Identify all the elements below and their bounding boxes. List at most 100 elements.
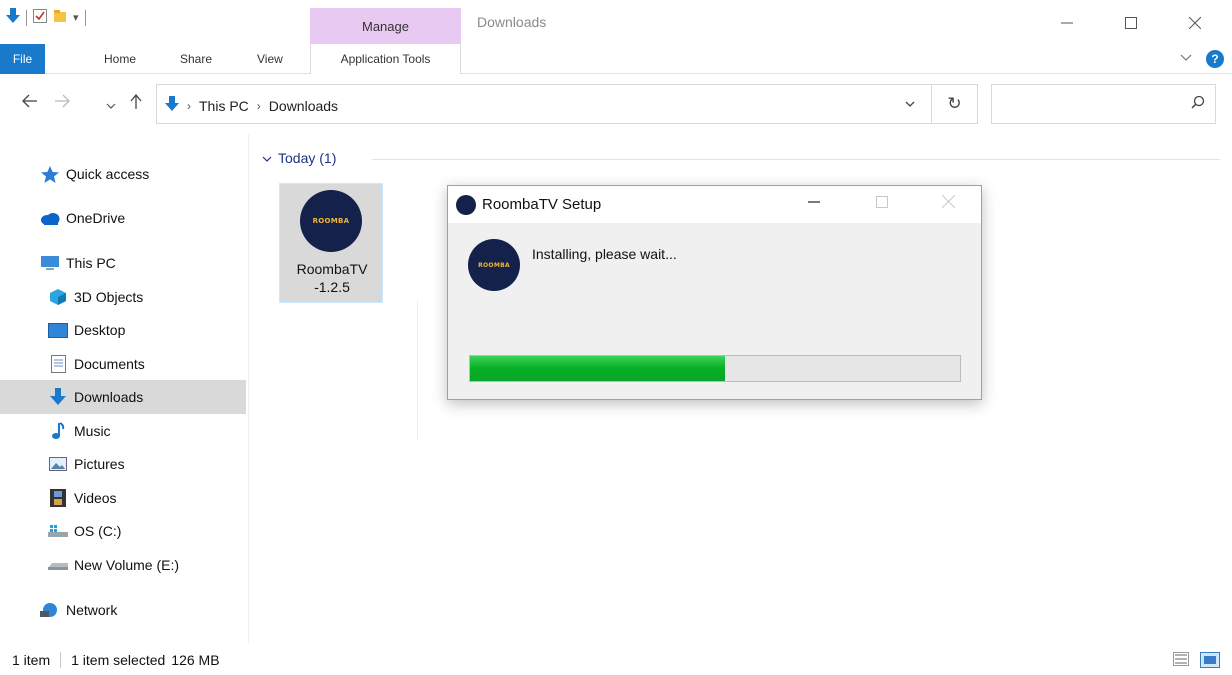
selection-count: 1 item selected [71, 651, 166, 668]
dialog-title: RoombaTV Setup [482, 196, 602, 213]
customize-toolbar-chevron-icon[interactable]: ▾ [73, 11, 79, 24]
sidebar-item-this-pc[interactable]: This PC [0, 246, 246, 280]
sidebar-item-label: Quick access [66, 166, 150, 182]
up-arrow-icon[interactable] [130, 93, 142, 113]
dialog-title-bar[interactable]: RoombaTV Setup [448, 186, 981, 223]
forward-arrow-icon[interactable] [54, 94, 70, 112]
document-icon [48, 355, 68, 373]
network-icon [40, 601, 60, 619]
toolbar-divider [26, 9, 27, 26]
file-item-roombatv[interactable]: ROOMBA RoombaTV -1.2.5 [279, 183, 383, 303]
close-button[interactable] [1172, 8, 1218, 38]
manage-contextual-tab[interactable]: Manage [310, 8, 461, 44]
sidebar-item-new-volume-e[interactable]: New Volume (E:) [0, 548, 246, 582]
tab-home[interactable]: Home [104, 44, 136, 74]
sidebar-item-documents[interactable]: Documents [0, 347, 246, 381]
sidebar-item-onedrive[interactable]: OneDrive [0, 201, 246, 235]
quick-access-toolbar: ▾ [6, 8, 86, 27]
dialog-maximize-button [876, 195, 888, 213]
status-divider [60, 651, 62, 668]
group-header-today[interactable]: Today (1) [262, 150, 336, 166]
search-icon [1191, 95, 1205, 112]
dialog-close-button [941, 194, 956, 213]
selection-size: 126 MB [171, 651, 220, 668]
pictures-icon [48, 455, 68, 473]
toolbar-divider [84, 9, 86, 26]
pane-divider[interactable] [248, 134, 249, 644]
expand-ribbon-chevron-icon[interactable] [1180, 50, 1192, 65]
details-view-icon[interactable] [1173, 652, 1191, 668]
item-count: 1 item [12, 651, 51, 668]
sidebar-item-label: Documents [74, 356, 145, 372]
ribbon-tabs: File Home Share View Application Tools ? [0, 44, 1232, 74]
sidebar-item-desktop[interactable]: Desktop [0, 313, 246, 347]
setup-dialog: RoombaTV Setup ROOMBA Installing, please… [447, 185, 982, 400]
breadcrumb-separator-icon[interactable]: › [257, 99, 261, 113]
recent-locations-chevron-icon[interactable] [106, 97, 116, 114]
sidebar-item-label: This PC [66, 255, 116, 271]
desktop-icon [48, 321, 68, 339]
large-icons-view-icon[interactable] [1200, 652, 1220, 668]
sidebar-item-pictures[interactable]: Pictures [0, 447, 246, 481]
window-title: Downloads [477, 14, 547, 30]
tab-share[interactable]: Share [180, 44, 212, 74]
music-note-icon [48, 422, 68, 440]
sidebar-item-label: Network [66, 602, 118, 618]
roomba-logo: ROOMBA [312, 217, 350, 225]
sidebar-item-quick-access[interactable]: Quick access [0, 157, 246, 191]
roombatv-logo: ROOMBA [468, 239, 520, 291]
download-arrow-icon[interactable] [6, 8, 20, 27]
tab-view[interactable]: View [257, 44, 283, 74]
status-bar: 1 item 1 item selected 126 MB [0, 644, 1232, 675]
film-icon [48, 489, 68, 507]
sidebar-item-label: Pictures [74, 456, 125, 472]
minimize-button[interactable] [1044, 8, 1090, 38]
roomba-logo: ROOMBA [478, 261, 510, 269]
group-divider [372, 159, 1220, 160]
tab-file[interactable]: File [0, 44, 45, 74]
install-progress-bar [469, 355, 961, 382]
file-name: RoombaTV -1.2.5 [280, 260, 384, 296]
star-icon [40, 165, 60, 183]
sidebar-item-downloads[interactable]: Downloads [0, 380, 246, 414]
collapse-chevron-icon[interactable] [262, 150, 272, 166]
sidebar-item-label: 3D Objects [74, 289, 144, 305]
address-bar[interactable]: › This PC › Downloads [156, 84, 932, 124]
sidebar-item-label: Music [74, 423, 111, 439]
tab-application-tools[interactable]: Application Tools [310, 44, 461, 74]
breadcrumb-separator-icon[interactable]: › [187, 99, 191, 113]
downloads-location-icon [165, 96, 179, 115]
navigation-pane: Quick access OneDrive This PC 3D Objects… [0, 134, 248, 644]
sidebar-item-os-c[interactable]: OS (C:) [0, 514, 246, 548]
sidebar-item-label: Videos [74, 490, 117, 506]
dialog-minimize-button[interactable] [808, 194, 820, 212]
refresh-button[interactable]: ↻ [932, 84, 978, 124]
breadcrumb-this-pc[interactable]: This PC [199, 98, 249, 114]
maximize-button[interactable] [1108, 8, 1154, 38]
title-bar: ▾ Manage Downloads [0, 0, 1232, 44]
sidebar-item-label: OS (C:) [74, 523, 122, 539]
address-dropdown-chevron-icon[interactable] [905, 97, 915, 111]
cloud-icon [40, 209, 60, 227]
search-input[interactable] [991, 84, 1216, 124]
sidebar-item-music[interactable]: Music [0, 414, 246, 448]
download-arrow-icon [48, 388, 68, 406]
sidebar-item-label: New Volume (E:) [74, 557, 180, 573]
back-arrow-icon[interactable] [22, 94, 38, 112]
sidebar-item-3d-objects[interactable]: 3D Objects [0, 280, 246, 314]
os-drive-icon [48, 522, 68, 540]
breadcrumb-downloads[interactable]: Downloads [269, 98, 338, 114]
progress-fill [470, 356, 725, 381]
new-folder-icon[interactable] [53, 9, 67, 26]
roombatv-app-icon [456, 195, 476, 215]
sidebar-item-network[interactable]: Network [0, 593, 246, 627]
help-button[interactable]: ? [1206, 50, 1224, 68]
sidebar-item-videos[interactable]: Videos [0, 481, 246, 515]
install-status-text: Installing, please wait... [532, 246, 677, 262]
sidebar-item-label: Desktop [74, 322, 126, 338]
address-row: › This PC › Downloads ↻ [0, 74, 1232, 134]
file-name-line: RoombaTV [296, 261, 368, 277]
column-divider [417, 300, 418, 440]
refresh-icon: ↻ [947, 94, 962, 113]
properties-checkbox-icon[interactable] [33, 9, 47, 26]
